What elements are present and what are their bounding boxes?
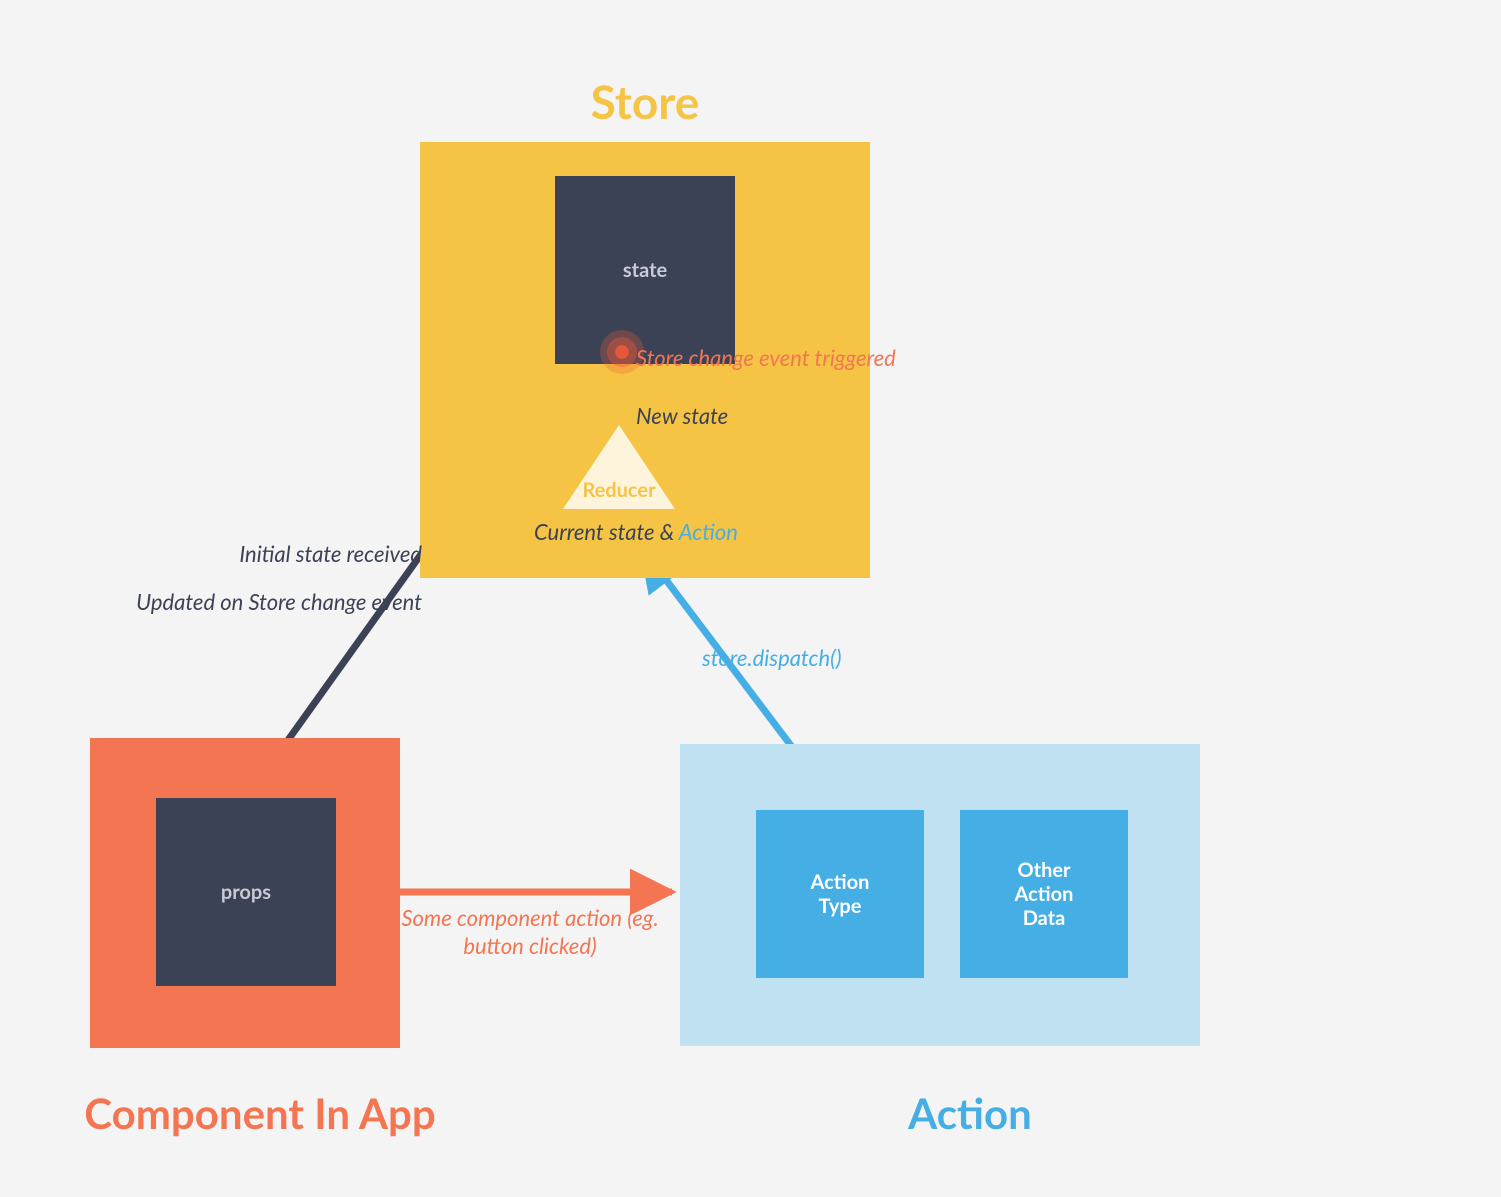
action-type-box: ActionType <box>756 810 924 978</box>
state-box: state <box>555 176 735 364</box>
label-some-component-action: Some component action (eg. button clicke… <box>390 904 670 959</box>
label-initial-state-received: Initial state received <box>162 540 422 568</box>
label-store-change-event-triggered: Store change event triggered <box>636 344 896 372</box>
label-updated-on-store-change: Updated on Store change event <box>86 588 422 616</box>
store-title: Store <box>420 74 870 129</box>
other-action-data-box: OtherActionData <box>960 810 1128 978</box>
diagram-stage: Store state Reducer props Component In A… <box>0 0 1501 1197</box>
label-store-dispatch: store.dispatch() <box>702 644 842 672</box>
reducer-label: Reducer <box>563 478 675 502</box>
label-current-state-and-action: Current state & Action <box>534 518 738 546</box>
component-title: Component In App <box>60 1088 460 1138</box>
label-current-state-text: Current state & <box>534 518 679 545</box>
action-title: Action <box>770 1088 1170 1138</box>
label-action-word: Action <box>679 518 738 545</box>
label-new-state: New state <box>636 402 728 430</box>
props-box: props <box>156 798 336 986</box>
